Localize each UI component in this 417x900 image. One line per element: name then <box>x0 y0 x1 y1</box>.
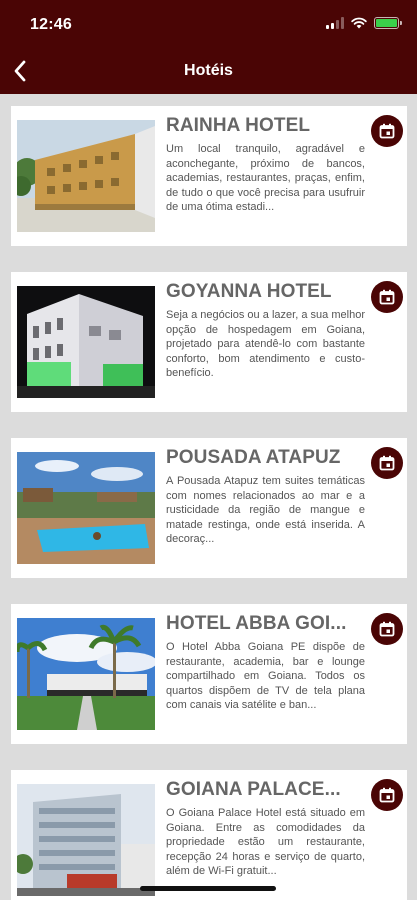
app-header: 12:46 Hotéis <box>0 0 417 94</box>
wifi-icon <box>351 17 367 29</box>
hotel-card[interactable]: HOTEL ABBA GOI... O Hotel Abba Goiana PE… <box>11 604 407 744</box>
hotel-image <box>17 286 155 398</box>
booking-button[interactable] <box>371 281 403 313</box>
hotel-image <box>17 784 155 896</box>
booking-button[interactable] <box>371 447 403 479</box>
hotel-name: POUSADA ATAPUZ <box>166 447 341 468</box>
hotel-description: O Hotel Abba Goiana PE dispõe de restaur… <box>166 641 365 712</box>
hotel-description: A Pousada Atapuz tem suites temáticas co… <box>166 475 365 546</box>
hotel-card[interactable]: POUSADA ATAPUZ A Pousada Atapuz tem suit… <box>11 438 407 578</box>
home-indicator[interactable] <box>140 886 276 891</box>
status-icons <box>326 17 402 29</box>
hotel-card[interactable]: GOIANA PALACE... O Goiana Palace Hotel e… <box>11 770 407 900</box>
page-title: Hotéis <box>184 62 233 79</box>
hotel-image <box>17 120 155 232</box>
calendar-icon <box>379 621 395 637</box>
hotel-name: HOTEL ABBA GOI... <box>166 613 347 634</box>
calendar-icon <box>379 289 395 305</box>
hotel-name: GOIANA PALACE... <box>166 779 341 800</box>
hotel-image <box>17 452 155 564</box>
calendar-icon <box>379 123 395 139</box>
status-time: 12:46 <box>30 16 72 33</box>
hotel-description: O Goiana Palace Hotel está situado em Go… <box>166 807 365 878</box>
battery-icon <box>374 17 402 29</box>
hotel-description: Seja a negócios ou a lazer, a sua melhor… <box>166 309 365 380</box>
booking-button[interactable] <box>371 115 403 147</box>
booking-button[interactable] <box>371 613 403 645</box>
hotel-image <box>17 618 155 730</box>
hotel-name: GOYANNA HOTEL <box>166 281 332 302</box>
booking-button[interactable] <box>371 779 403 811</box>
hotel-card[interactable]: RAINHA HOTEL Um local tranquilo, agradáv… <box>11 106 407 246</box>
hotel-name: RAINHA HOTEL <box>166 115 311 136</box>
calendar-icon <box>379 455 395 471</box>
signal-icon <box>326 17 344 29</box>
hotel-card[interactable]: GOYANNA HOTEL Seja a negócios ou a lazer… <box>11 272 407 412</box>
calendar-icon <box>379 787 395 803</box>
hotel-description: Um local tranquilo, agradável e aconcheg… <box>166 143 365 214</box>
